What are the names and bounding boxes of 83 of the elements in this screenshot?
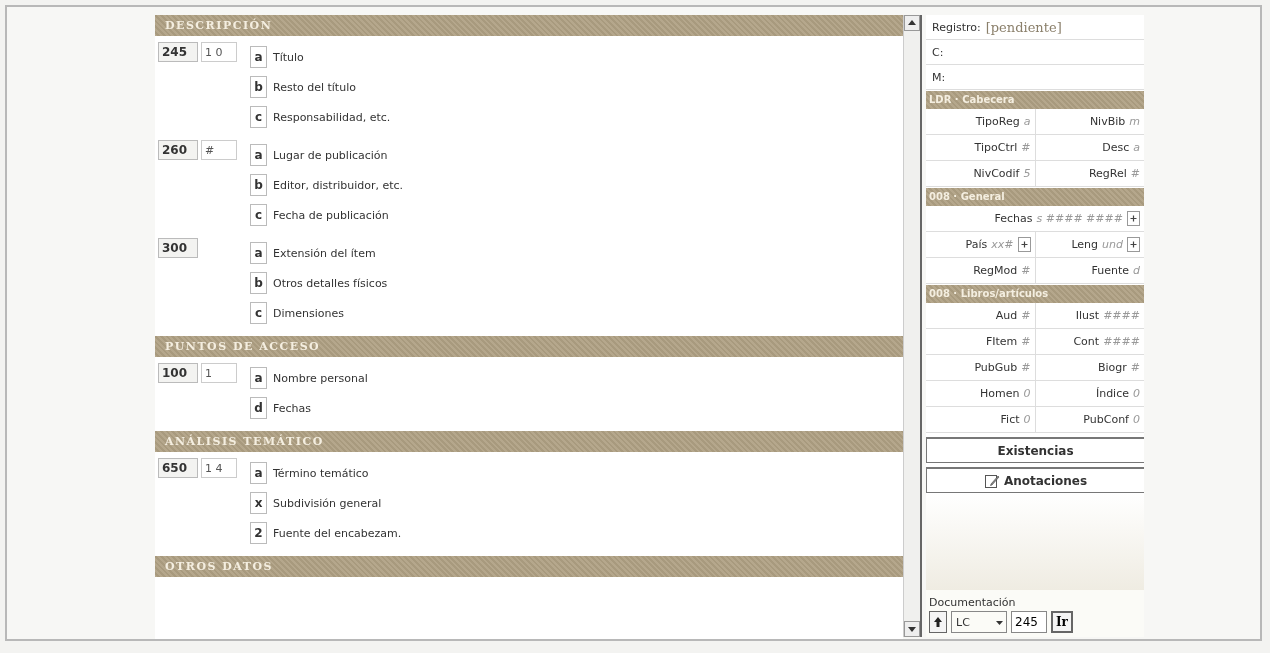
subfield-label: Título xyxy=(273,50,304,64)
fixed-field-label: RegMod xyxy=(973,264,1018,277)
fixed-field-label: NivBib xyxy=(1089,115,1126,128)
up-arrow-icon xyxy=(934,616,942,628)
up-button[interactable] xyxy=(929,611,947,633)
section-header: PUNTOS DE ACCESO xyxy=(155,336,903,357)
scheme-dropdown[interactable]: LC xyxy=(951,611,1007,633)
section-header: OTROS DATOS xyxy=(155,556,903,577)
subfield-label: Otros detalles físicos xyxy=(273,276,388,290)
subfield-code[interactable]: a xyxy=(250,367,267,389)
subfield-label: Fuente del encabezam. xyxy=(273,526,402,540)
subfield-code[interactable]: d xyxy=(250,397,267,419)
subfield-code[interactable]: a xyxy=(250,462,267,484)
subfield-label: Fecha de publicación xyxy=(273,208,389,222)
fixed-field-label: Homen xyxy=(980,387,1020,400)
subfield-label: Resto del título xyxy=(273,80,356,94)
block-header: LDR · Cabecera xyxy=(926,91,1144,109)
tag-field[interactable]: 245 xyxy=(158,42,198,62)
subfield-label: Subdivisión general xyxy=(273,496,382,510)
fixed-field-label: TipoReg xyxy=(975,115,1020,128)
subfield-code[interactable]: a xyxy=(250,242,267,264)
subfield-code[interactable]: c xyxy=(250,106,267,128)
fixed-field-label: Cont xyxy=(1073,335,1100,348)
fixed-field-label: NivCodif xyxy=(973,167,1020,180)
scroll-down-icon[interactable] xyxy=(904,621,920,637)
subfield-code[interactable]: b xyxy=(250,272,267,294)
subfield-code[interactable]: a xyxy=(250,46,267,68)
fixed-field-label: País xyxy=(965,238,988,251)
tag-input[interactable]: 245 xyxy=(1011,611,1047,633)
fixed-field-label: Fuente xyxy=(1091,264,1129,277)
subfield-code[interactable]: a xyxy=(250,144,267,166)
indicator-field[interactable]: 1 4 xyxy=(201,458,237,478)
section-header: ANÁLISIS TEMÁTICO xyxy=(155,431,903,452)
tag-field[interactable]: 260 xyxy=(158,140,198,160)
fixed-field-label: Leng xyxy=(1071,238,1099,251)
block-header: 008 · General xyxy=(926,188,1144,206)
fixed-field-label: Desc xyxy=(1102,141,1130,154)
tag-field[interactable]: 650 xyxy=(158,458,198,478)
go-button[interactable]: Ir xyxy=(1051,611,1073,633)
note-icon xyxy=(983,472,1000,489)
indicator-field[interactable]: # xyxy=(201,140,237,160)
fixed-field-label: Biogr xyxy=(1097,361,1127,374)
subfield-code[interactable]: b xyxy=(250,76,267,98)
subfield-code[interactable]: x xyxy=(250,492,267,514)
fixed-field-label: Fechas xyxy=(994,212,1033,225)
subfield-code[interactable]: 2 xyxy=(250,522,267,544)
subfield-code[interactable]: b xyxy=(250,174,267,196)
indicator-field[interactable]: 1 xyxy=(201,363,237,383)
record-status: [pendiente] xyxy=(985,19,1062,35)
subfield-code[interactable]: c xyxy=(250,204,267,226)
record-line: C: xyxy=(932,45,944,59)
fixed-field-label: Aud xyxy=(995,309,1018,322)
plus-icon[interactable] xyxy=(1127,237,1140,252)
fixed-field-label: PubConf xyxy=(1083,413,1129,426)
block-header: 008 · Libros/artículos xyxy=(926,285,1144,303)
holdings-button[interactable]: Existencias xyxy=(926,437,1144,463)
plus-icon[interactable] xyxy=(1017,237,1031,252)
plus-icon[interactable] xyxy=(1127,211,1140,226)
annotations-button[interactable]: Anotaciones xyxy=(926,467,1144,493)
subfield-label: Responsabilidad, etc. xyxy=(273,110,391,124)
subfield-label: Extensión del ítem xyxy=(273,246,376,260)
fixed-field-label: FItem xyxy=(985,335,1018,348)
subfield-label: Editor, distribuidor, etc. xyxy=(273,178,404,192)
record-line: M: xyxy=(932,70,946,84)
subfield-code[interactable]: c xyxy=(250,302,267,324)
fixed-field-label: PubGub xyxy=(974,361,1018,374)
subfield-label: Lugar de publicación xyxy=(273,148,388,162)
section-header: DESCRIPCIÓN xyxy=(155,15,903,36)
subfield-label: Fechas xyxy=(273,401,311,415)
subfield-label: Término temático xyxy=(273,466,369,480)
subfield-label: Nombre personal xyxy=(273,371,368,385)
fixed-field-label: TipoCtrl xyxy=(974,141,1018,154)
fixed-field-label: Índice xyxy=(1095,387,1129,400)
scroll-up-icon[interactable] xyxy=(904,15,920,31)
fixed-field-label: Ilust xyxy=(1075,309,1100,322)
subfield-label: Dimensiones xyxy=(273,306,344,320)
documentation-label: Documentación xyxy=(929,596,1017,609)
fixed-field-label: Fict xyxy=(1000,413,1020,426)
tag-field[interactable]: 100 xyxy=(158,363,198,383)
tag-field[interactable]: 300 xyxy=(158,238,198,258)
record-label: Registro: xyxy=(932,20,981,34)
indicator-field[interactable]: 1 0 xyxy=(201,42,237,62)
fixed-field-label: RegRel xyxy=(1088,167,1127,180)
